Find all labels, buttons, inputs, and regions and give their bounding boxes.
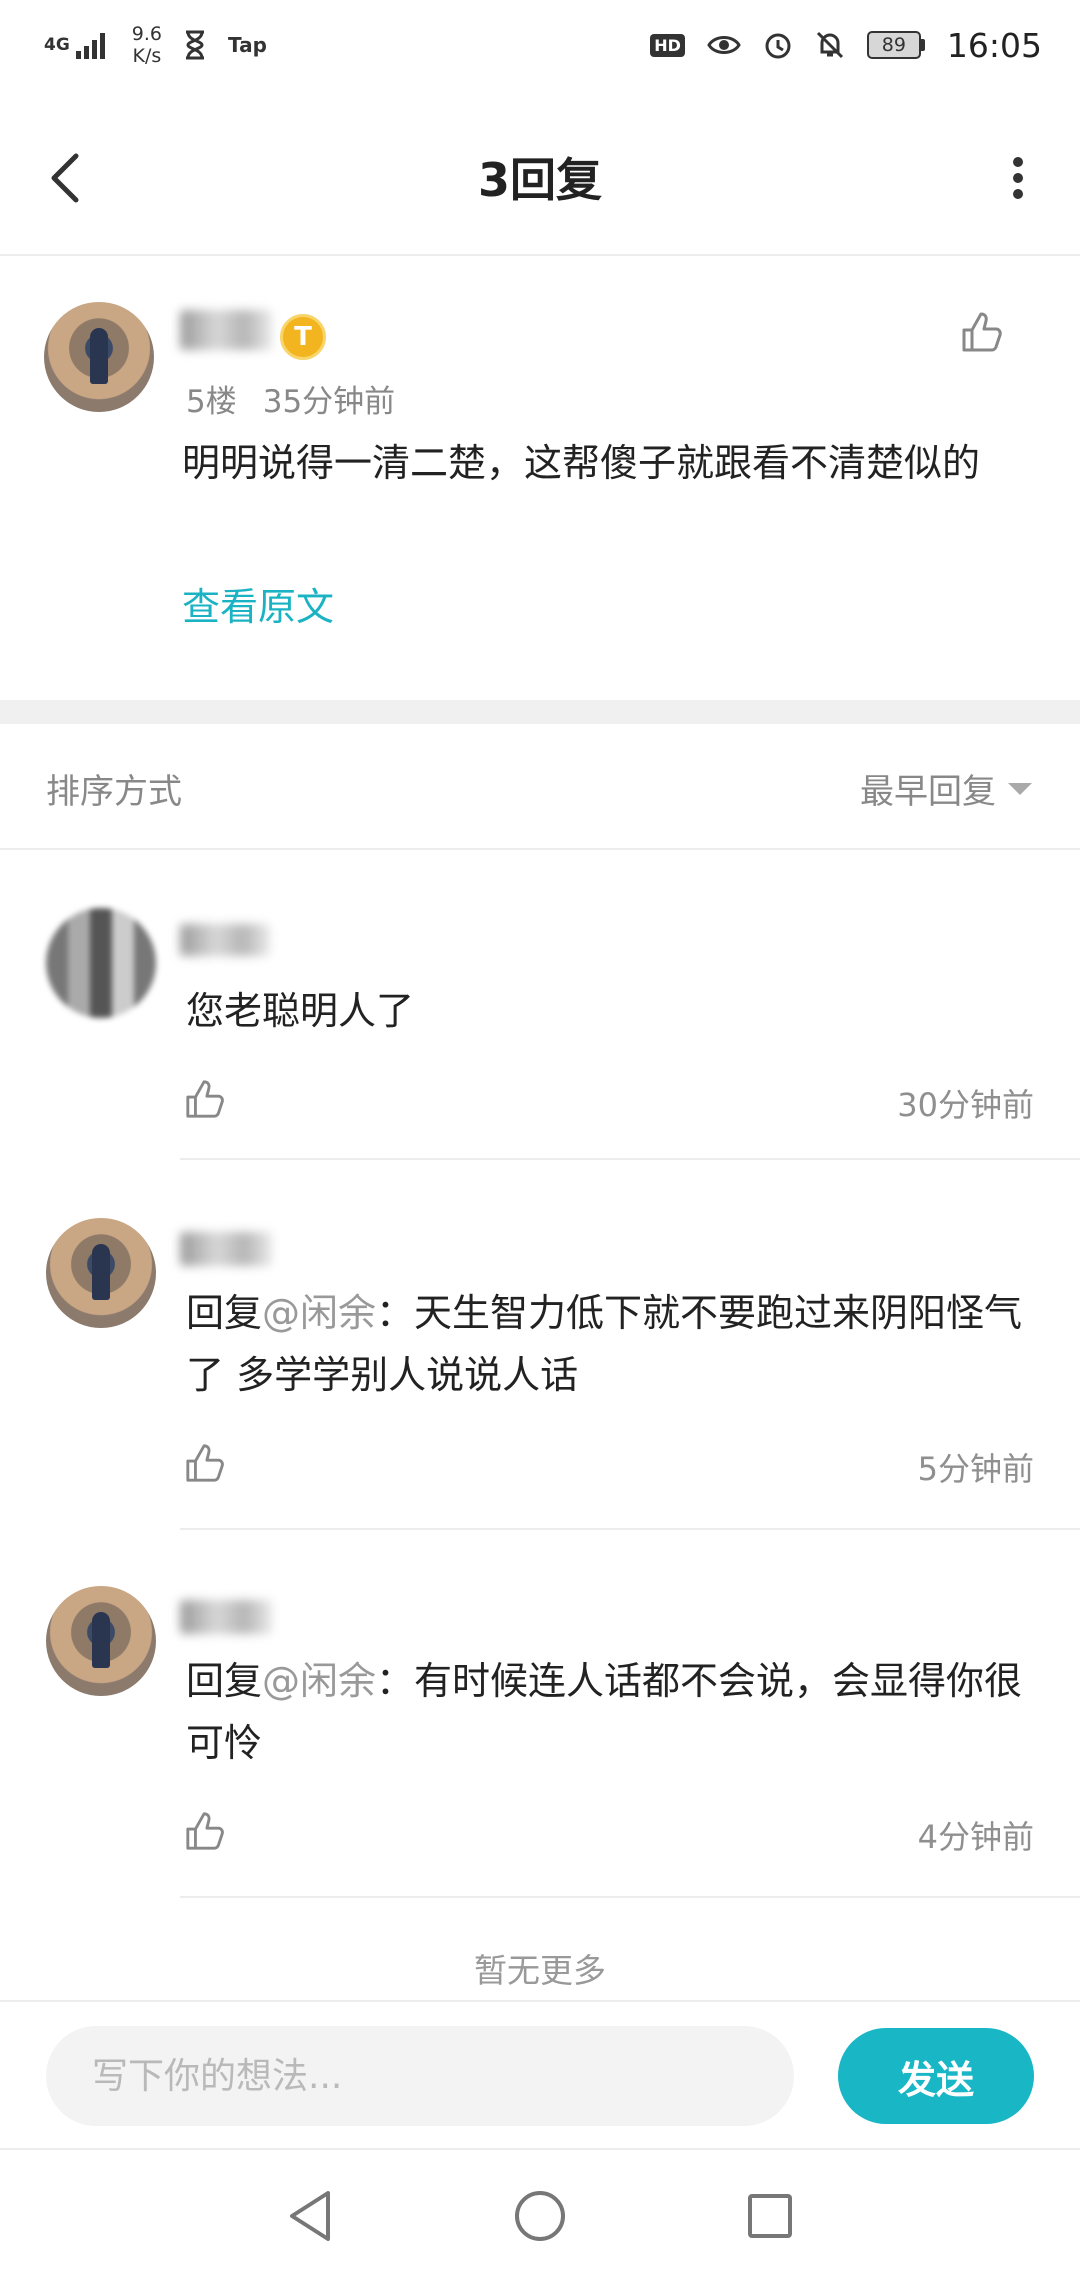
signal-icon bbox=[75, 33, 105, 59]
avatar[interactable] bbox=[46, 908, 156, 1018]
hd-badge: HD bbox=[650, 33, 685, 57]
page-title: 3回复 bbox=[477, 153, 602, 207]
floor-number: 5楼 bbox=[186, 384, 237, 420]
tap-app-indicator: Tap bbox=[228, 33, 267, 57]
like-button[interactable] bbox=[956, 306, 1008, 358]
thumbs-up-icon bbox=[186, 1812, 224, 1850]
reply-time: 5分钟前 bbox=[917, 1450, 1034, 1488]
battery-tip bbox=[920, 39, 925, 51]
username-blurred[interactable] bbox=[180, 924, 270, 956]
mention-link[interactable]: @闲余 bbox=[262, 1659, 376, 1703]
sort-label: 排序方式 bbox=[46, 772, 182, 812]
reply-text: 您老聪明人了 bbox=[186, 989, 415, 1033]
reply-time: 30分钟前 bbox=[897, 1086, 1034, 1124]
avatar[interactable] bbox=[46, 1586, 156, 1696]
sort-dropdown[interactable]: 最早回复 bbox=[860, 764, 1032, 813]
reply-item: 回复@闲余：天生智力低下就不要跑过来阴阳怪气了 多学学别人说说人话 5分钟前 bbox=[0, 1190, 1080, 1530]
speed-value: 9.6 bbox=[131, 23, 163, 45]
triangle-back-icon bbox=[290, 2191, 330, 2241]
more-options-button[interactable] bbox=[1000, 148, 1036, 208]
reply-item: 您老聪明人了 30分钟前 bbox=[0, 880, 1080, 1160]
thumbs-up-icon bbox=[186, 1444, 224, 1482]
thumbs-up-icon bbox=[186, 1080, 224, 1118]
view-original-link[interactable]: 查看原文 bbox=[182, 576, 334, 631]
system-nav-bar bbox=[0, 2152, 1080, 2280]
nav-recents-button[interactable] bbox=[735, 2181, 805, 2251]
sort-bar: 排序方式 最早回复 bbox=[0, 724, 1080, 850]
reply-time: 4分钟前 bbox=[917, 1818, 1034, 1856]
nav-home-button[interactable] bbox=[505, 2181, 575, 2251]
username-blurred[interactable] bbox=[180, 1232, 272, 1266]
square-recents-icon bbox=[748, 2194, 792, 2238]
reply-item: 回复@闲余：有时候连人话都不会说，会显得你很可怜 4分钟前 bbox=[0, 1558, 1080, 1898]
level-badge: T bbox=[280, 314, 326, 360]
like-button[interactable] bbox=[180, 1806, 230, 1856]
reply-content: 回复@闲余：有时候连人话都不会说，会显得你很可怜 bbox=[186, 1650, 1036, 1774]
status-left: 4G 9.6 K/s Tap bbox=[44, 23, 267, 67]
circle-home-icon bbox=[515, 2191, 565, 2241]
header: 3回复 bbox=[0, 100, 1080, 256]
battery-level: 89 bbox=[866, 31, 921, 59]
comment-input[interactable] bbox=[46, 2026, 794, 2126]
network-type: 4G bbox=[44, 35, 70, 55]
more-vertical-icon bbox=[1013, 157, 1023, 199]
reply-separator bbox=[180, 1896, 1080, 1898]
avatar[interactable] bbox=[46, 1218, 156, 1328]
like-button[interactable] bbox=[180, 1074, 230, 1124]
main-comment: T 5楼 35分钟前 明明说得一清二楚，这帮傻子就跟看不清楚似的 查看原文 bbox=[0, 258, 1080, 700]
reply-content: 回复@闲余：天生智力低下就不要跑过来阴阳怪气了 多学学别人说说人话 bbox=[186, 1282, 1036, 1406]
hourglass-icon bbox=[186, 30, 205, 60]
reply-prefix: 回复 bbox=[186, 1291, 263, 1335]
thumbs-up-icon bbox=[962, 312, 1002, 352]
clock: 16:05 bbox=[946, 25, 1042, 65]
no-more-text: 暂无更多 bbox=[474, 1951, 606, 1990]
eye-icon bbox=[707, 36, 741, 54]
alarm-icon bbox=[765, 33, 791, 59]
sort-value: 最早回复 bbox=[860, 772, 996, 812]
signal-group: 4G bbox=[44, 31, 110, 59]
reply-separator bbox=[180, 1158, 1080, 1160]
username-blurred[interactable] bbox=[180, 1600, 272, 1634]
mute-bell-icon bbox=[816, 31, 843, 59]
reply-separator bbox=[180, 1528, 1080, 1530]
caret-down-icon bbox=[1008, 782, 1032, 795]
avatar[interactable] bbox=[44, 302, 154, 412]
reply-content: 您老聪明人了 bbox=[186, 980, 1036, 1042]
comment-meta: 5楼 35分钟前 bbox=[186, 376, 395, 421]
comment-input-bar: 发送 bbox=[0, 2000, 1080, 2150]
like-button[interactable] bbox=[180, 1438, 230, 1488]
status-bar: 4G 9.6 K/s Tap HD 89 16:05 bbox=[0, 0, 1080, 90]
mention-link[interactable]: @闲余 bbox=[262, 1291, 376, 1335]
section-divider bbox=[0, 700, 1080, 724]
status-right: HD 89 16:05 bbox=[650, 26, 1042, 65]
username-blurred[interactable] bbox=[180, 310, 272, 350]
nav-back-button[interactable] bbox=[275, 2181, 345, 2251]
speed-unit: K/s bbox=[132, 45, 162, 67]
battery-icon: 89 bbox=[866, 31, 925, 59]
reply-prefix: 回复 bbox=[186, 1659, 263, 1703]
network-speed: 9.6 K/s bbox=[132, 23, 162, 67]
comment-time: 35分钟前 bbox=[262, 384, 396, 420]
comment-content: 明明说得一清二楚，这帮傻子就跟看不清楚似的 bbox=[182, 441, 981, 485]
send-button[interactable]: 发送 bbox=[838, 2028, 1034, 2124]
